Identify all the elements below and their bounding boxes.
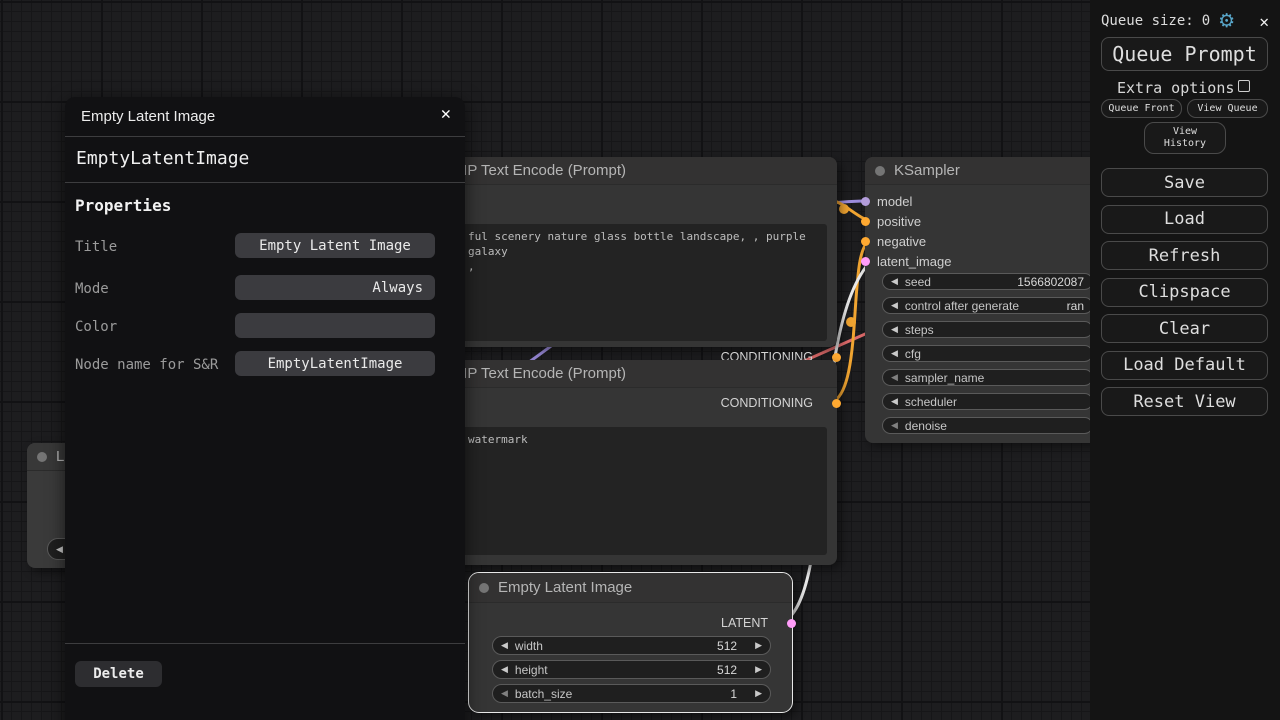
- node-ksampler[interactable]: KSampler model positive negative latent_…: [865, 157, 1110, 443]
- widget-height[interactable]: ◀ height 512 ▶: [492, 660, 771, 679]
- conditioning-slot-icon[interactable]: [832, 399, 841, 408]
- node-title: CLIP Text Encode (Prompt): [444, 365, 626, 382]
- settings-gear-icon[interactable]: ⚙: [1218, 12, 1235, 31]
- decrement-arrow-icon[interactable]: ◀: [891, 421, 898, 430]
- node-status-dot-icon: [479, 583, 489, 593]
- load-button[interactable]: Load: [1101, 205, 1268, 234]
- node-type-label: EmptyLatentImage: [76, 148, 249, 169]
- title-field[interactable]: Empty Latent Image: [235, 233, 435, 258]
- node-name-field[interactable]: EmptyLatentImage: [235, 351, 435, 376]
- clear-button[interactable]: Clear: [1101, 314, 1268, 343]
- view-history-button[interactable]: ViewHistory: [1144, 122, 1226, 154]
- input-positive: positive: [867, 214, 921, 229]
- dialog-title: Empty Latent Image: [81, 108, 215, 125]
- link-midpoint-dot: [839, 204, 849, 214]
- output-latent: LATENT: [721, 616, 784, 630]
- widget-batch-size[interactable]: ◀ batch_size 1 ▶: [492, 684, 771, 703]
- main-menu-panel: Queue size: 0 ⚙ ✕ Queue Prompt Extra opt…: [1090, 0, 1280, 720]
- node-status-dot-icon: [37, 452, 47, 462]
- link-midpoint-dot: [846, 317, 856, 327]
- increment-arrow-icon[interactable]: ▶: [755, 665, 762, 674]
- decrement-arrow-icon[interactable]: ◀: [501, 641, 508, 650]
- node-title: CLIP Text Encode (Prompt): [444, 162, 626, 179]
- prompt-textarea[interactable]: ful scenery nature glass bottle landscap…: [420, 224, 827, 341]
- widget-seed[interactable]: ◀ seed 1566802087: [882, 273, 1093, 290]
- output-conditioning: CONDITIONING: [721, 396, 829, 410]
- queue-size-label: Queue size:: [1101, 13, 1194, 29]
- latent-slot-icon[interactable]: [787, 619, 796, 628]
- queue-size-value: 0: [1202, 13, 1210, 29]
- widget-cfg[interactable]: ◀ cfg: [882, 345, 1093, 362]
- color-field[interactable]: [235, 313, 435, 338]
- conditioning-slot-icon[interactable]: [861, 217, 870, 226]
- decrement-arrow-icon[interactable]: ◀: [891, 373, 898, 382]
- reset-view-button[interactable]: Reset View: [1101, 387, 1268, 416]
- refresh-button[interactable]: Refresh: [1101, 241, 1268, 270]
- input-negative: negative: [867, 234, 926, 249]
- decrement-arrow-icon[interactable]: ◀: [891, 325, 898, 334]
- decrement-arrow-icon[interactable]: ◀: [891, 301, 898, 310]
- close-icon[interactable]: ✕: [441, 104, 451, 124]
- conditioning-slot-icon[interactable]: [861, 237, 870, 246]
- queue-front-button[interactable]: Queue Front: [1101, 99, 1182, 118]
- node-clip-text-encode-negative[interactable]: CLIP Text Encode (Prompt) CONDITIONING w…: [410, 360, 837, 565]
- widget-width[interactable]: ◀ width 512 ▶: [492, 636, 771, 655]
- delete-button[interactable]: Delete: [75, 661, 162, 687]
- decrement-arrow-icon[interactable]: ◀: [501, 689, 508, 698]
- decrement-arrow-icon[interactable]: ◀: [891, 277, 898, 286]
- widget-sampler-name[interactable]: ◀ sampler_name: [882, 369, 1093, 386]
- increment-arrow-icon[interactable]: ▶: [755, 689, 762, 698]
- model-slot-icon[interactable]: [861, 197, 870, 206]
- comfyui-app: Load Checkpoint ◀ ckpt_name CLIP Text En…: [0, 0, 1280, 720]
- properties-heading: Properties: [75, 196, 171, 215]
- decrement-arrow-icon[interactable]: ◀: [501, 665, 508, 674]
- extra-options-label: Extra options: [1117, 79, 1234, 97]
- widget-steps[interactable]: ◀ steps: [882, 321, 1093, 338]
- widget-control-after-generate[interactable]: ◀ control after generate ran: [882, 297, 1093, 314]
- input-latent-image: latent_image: [867, 254, 951, 269]
- close-icon[interactable]: ✕: [1259, 12, 1269, 31]
- prompt-textarea[interactable]: watermark: [420, 427, 827, 555]
- widget-denoise[interactable]: ◀ denoise: [882, 417, 1093, 434]
- node-properties-dialog: Empty Latent Image ✕ EmptyLatentImage Pr…: [65, 97, 465, 720]
- load-default-button[interactable]: Load Default: [1101, 351, 1268, 380]
- decrement-arrow-icon[interactable]: ◀: [891, 349, 898, 358]
- divider: [65, 136, 465, 137]
- decrement-arrow-icon[interactable]: ◀: [891, 397, 898, 406]
- decrement-arrow-icon[interactable]: ◀: [56, 545, 63, 554]
- queue-size-row: Queue size: 0 ⚙ ✕: [1101, 11, 1269, 31]
- extra-options-row: Extra options: [1090, 79, 1280, 95]
- node-title: KSampler: [894, 162, 960, 179]
- latent-slot-icon[interactable]: [861, 257, 870, 266]
- save-button[interactable]: Save: [1101, 168, 1268, 197]
- node-status-dot-icon: [875, 166, 885, 176]
- mode-field[interactable]: Always: [235, 275, 435, 300]
- clipspace-button[interactable]: Clipspace: [1101, 278, 1268, 307]
- increment-arrow-icon[interactable]: ▶: [755, 641, 762, 650]
- input-model: model: [867, 194, 912, 209]
- conditioning-slot-icon[interactable]: [832, 353, 841, 362]
- queue-prompt-button[interactable]: Queue Prompt: [1101, 37, 1268, 71]
- divider: [65, 643, 465, 644]
- node-empty-latent-image[interactable]: Empty Latent Image LATENT ◀ width 512 ▶ …: [468, 572, 793, 713]
- view-queue-button[interactable]: View Queue: [1187, 99, 1268, 118]
- divider: [65, 182, 465, 183]
- node-clip-text-encode-positive[interactable]: CLIP Text Encode (Prompt) CONDITIONING f…: [410, 157, 837, 347]
- extra-options-checkbox[interactable]: [1238, 80, 1250, 92]
- node-title: Empty Latent Image: [498, 579, 632, 596]
- widget-scheduler[interactable]: ◀ scheduler: [882, 393, 1093, 410]
